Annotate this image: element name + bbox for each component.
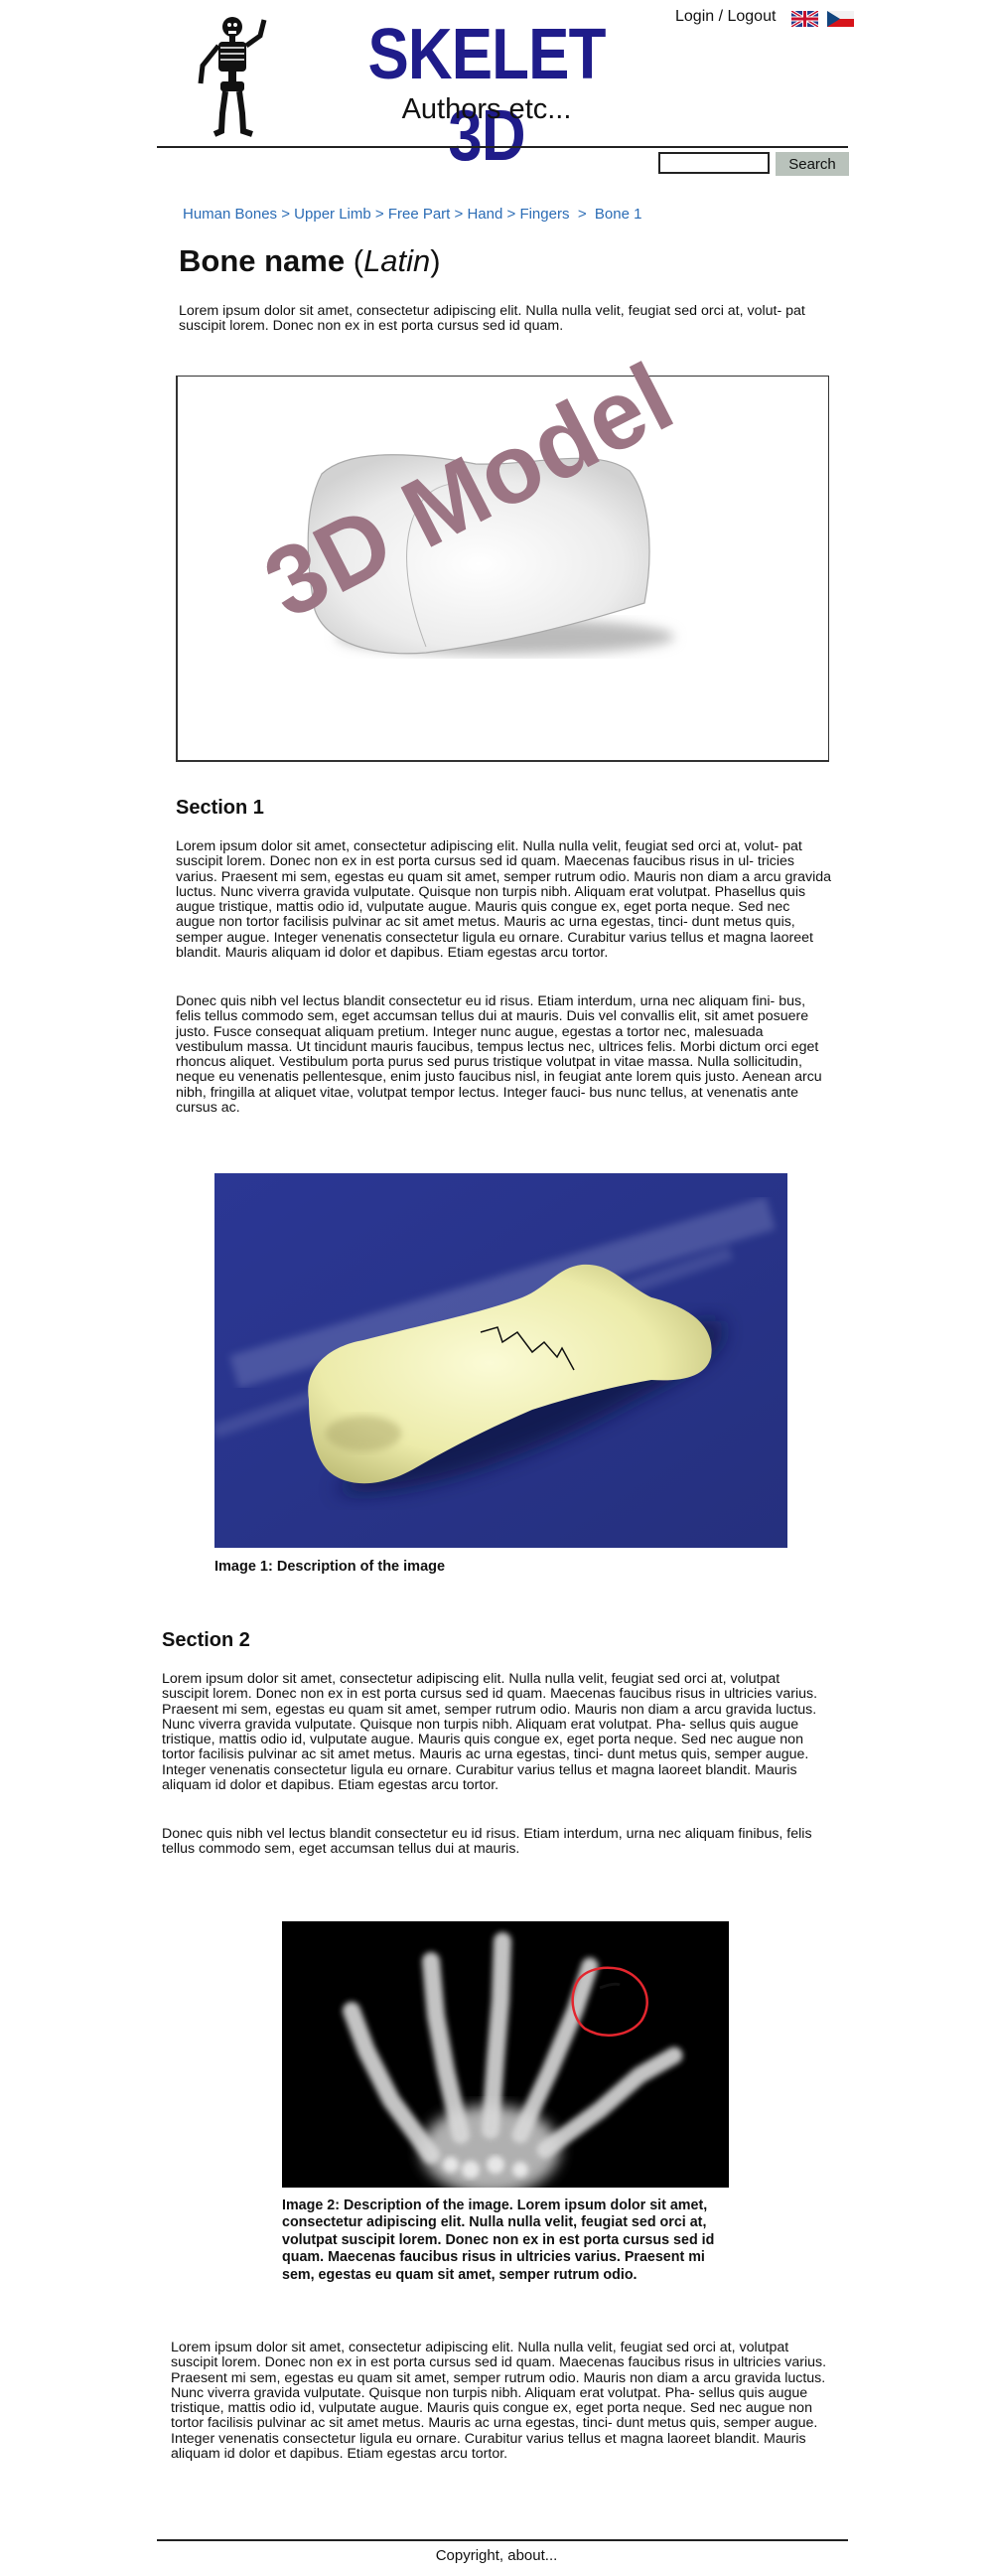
breadcrumb-separator: > <box>454 206 464 223</box>
breadcrumb-separator: > <box>506 206 516 223</box>
section-1-paragraph-2: Donec quis nibh vel lectus blandit conse… <box>176 993 822 1117</box>
section-2-paragraph-2: Donec quis nibh vel lectus blandit conse… <box>162 1826 812 1858</box>
breadcrumb-item-bone-1[interactable]: Bone 1 <box>595 206 642 223</box>
bone-name: Bone name <box>179 243 346 278</box>
image-2-caption: Image 2: Description of the image. Lorem… <box>282 2197 715 2283</box>
search-button[interactable]: Search <box>776 152 849 176</box>
section-2-heading: Section 2 <box>162 1629 250 1651</box>
section-2-paragraph-1: Lorem ipsum dolor sit amet, consectetur … <box>162 1671 818 1794</box>
english-flag-icon[interactable] <box>790 9 819 29</box>
hand-xray-image <box>282 1921 729 2195</box>
breadcrumb-item-human-bones[interactable]: Human Bones <box>183 206 277 223</box>
bone-latin-name: Latin <box>363 243 431 278</box>
breadcrumb: Human Bones > Upper Limb > Free Part > H… <box>183 206 641 223</box>
skeleton-logo-icon <box>195 14 274 137</box>
breadcrumb-item-upper-limb[interactable]: Upper Limb <box>294 206 371 223</box>
breadcrumb-item-free-part[interactable]: Free Part <box>388 206 451 223</box>
page-title: Bone name (Latin) <box>179 243 441 278</box>
breadcrumb-item-fingers[interactable]: Fingers <box>519 206 569 223</box>
intro-paragraph: Lorem ipsum dolor sit amet, consectetur … <box>179 303 805 335</box>
footer-copyright-link[interactable]: Copyright, about... <box>0 2547 993 2564</box>
footer-divider <box>157 2539 848 2541</box>
section-1-heading: Section 1 <box>176 797 264 819</box>
czech-flag-icon[interactable] <box>827 11 854 27</box>
section-3-paragraph-1: Lorem ipsum dolor sit amet, consectetur … <box>171 2340 827 2463</box>
breadcrumb-item-hand[interactable]: Hand <box>467 206 502 223</box>
header-divider <box>157 146 848 148</box>
bone-image-1 <box>212 1173 787 1548</box>
breadcrumb-separator: > <box>374 206 384 223</box>
search-input[interactable] <box>658 152 770 174</box>
breadcrumb-separator: > <box>281 206 290 223</box>
section-1-paragraph-1: Lorem ipsum dolor sit amet, consectetur … <box>176 838 832 962</box>
image-1-caption: Image 1: Description of the image <box>214 1559 446 1575</box>
3d-model-viewer[interactable]: 3D Model <box>176 342 829 762</box>
site-subtitle: Authors etc... <box>401 93 572 125</box>
login-logout-link[interactable]: Login / Logout <box>675 8 776 26</box>
breadcrumb-separator: > <box>577 206 587 223</box>
